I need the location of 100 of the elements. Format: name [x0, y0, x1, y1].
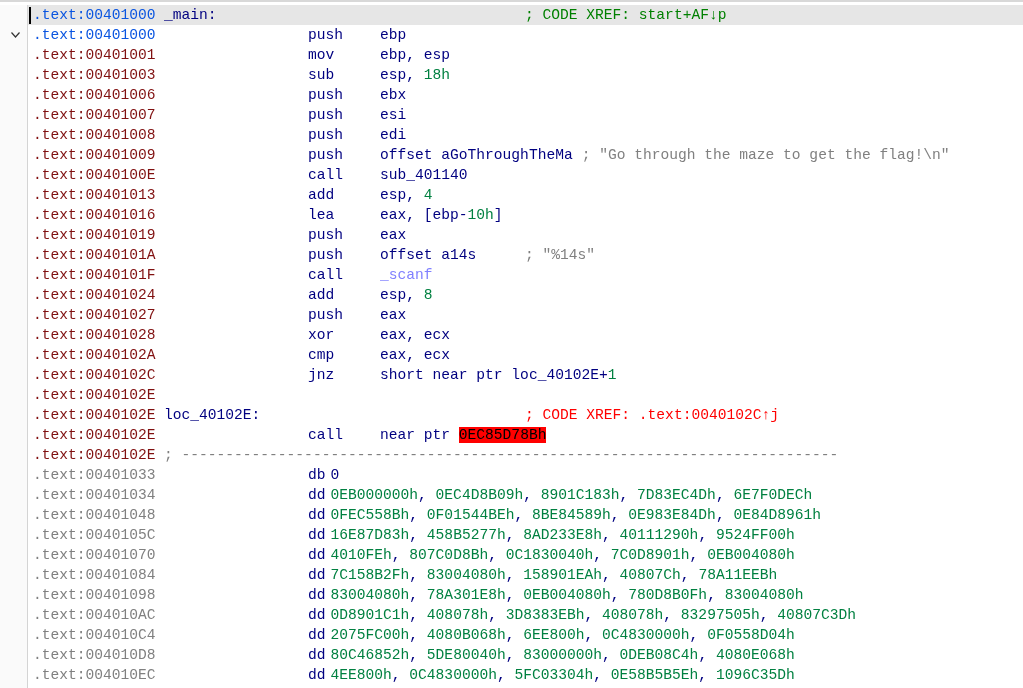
- operand-text: eax, ecx: [380, 346, 452, 365]
- mnemonic-text: push: [308, 126, 345, 145]
- address-text: .text:00401006: [33, 86, 157, 105]
- comment-text: ; CODE XREF: .text:0040102C↑j: [525, 406, 779, 425]
- directive-text: dd: [308, 486, 326, 505]
- address-text: .text:00401048: [33, 506, 157, 525]
- comment-text: ; "Go through the maze to get the flag!\n": [581, 146, 950, 165]
- address-text: .text:0040102E: [33, 426, 157, 445]
- collapse-chevron-icon[interactable]: [11, 32, 20, 38]
- operand-text: esp, 8: [380, 286, 434, 305]
- operand-text: esp, 18h: [380, 66, 452, 85]
- mnemonic-text: push: [308, 306, 345, 325]
- address-text: .text:00401027: [33, 306, 157, 325]
- address-text: .text:0040102E: [33, 406, 157, 425]
- mnemonic-text: push: [308, 106, 345, 125]
- mnemonic-text: push: [308, 26, 345, 45]
- mnemonic-text: call: [308, 166, 345, 185]
- mnemonic-text: sub: [308, 66, 336, 85]
- address-text: .text:00401000: [33, 26, 157, 45]
- operand-text: edi: [380, 126, 408, 145]
- directive-text: dd: [308, 586, 326, 605]
- mnemonic-text: push: [308, 246, 345, 265]
- mnemonic-text: call: [308, 266, 345, 285]
- mnemonic-text: xor: [308, 326, 336, 345]
- address-text: .text:00401034: [33, 486, 157, 505]
- address-text: .text:00401033: [33, 466, 157, 485]
- mnemonic-text: add: [308, 286, 336, 305]
- address-text: .text:0040102E: [33, 386, 157, 405]
- directive-text: dd: [308, 546, 326, 565]
- address-text: .text:004010EC: [33, 666, 157, 685]
- address-text: .text:00401024: [33, 286, 157, 305]
- directive-text: dd: [308, 626, 326, 645]
- data-values-text: 0D8901C1h, 408078h, 3D8383EBh, 408078h, 83297505h, 40807C3Dh: [330, 606, 857, 625]
- mnemonic-text: lea: [308, 206, 336, 225]
- address-text: .text:00401098: [33, 586, 157, 605]
- address-text: .text:0040101F: [33, 266, 157, 285]
- address-text: .text:004010AC: [33, 606, 157, 625]
- directive-text: dd: [308, 606, 326, 625]
- data-values-text: 16E87D83h, 458B5277h, 8AD233E8h, 40111290h, 9524FF00h: [330, 526, 795, 545]
- directive-text: dd: [308, 666, 326, 685]
- address-text: .text:0040100E: [33, 166, 157, 185]
- address-text: .text:0040105C: [33, 526, 157, 545]
- data-values-text: 4EE800h, 0C4830000h, 5FC03304h, 0E58B5B5Eh, 1096C35Dh: [330, 666, 795, 685]
- data-values-text: 7C158B2Fh, 83004080h, 158901EAh, 40807Ch, 78A11EEBh: [330, 566, 778, 585]
- mnemonic-text: push: [308, 146, 345, 165]
- mnemonic-text: push: [308, 226, 345, 245]
- address-text: .text:00401000: [33, 6, 157, 25]
- directive-text: dd: [308, 526, 326, 545]
- address-text: .text:004010D8: [33, 646, 157, 665]
- data-values-text: 0: [330, 466, 340, 485]
- operand-text: ebp: [380, 26, 408, 45]
- address-text: .text:00401003: [33, 66, 157, 85]
- operand-text: eax: [380, 226, 408, 245]
- operand-text: sub_401140: [380, 166, 469, 185]
- address-text: .text:00401001: [33, 46, 157, 65]
- operand-text: short near ptr loc_40102E+1: [380, 366, 617, 385]
- mnemonic-text: jnz: [308, 366, 336, 385]
- comment-text: ; "%14s": [525, 246, 596, 265]
- mnemonic-text: mov: [308, 46, 336, 65]
- data-values-text: 83004080h, 78A301E8h, 0EB004080h, 780D8B0Fh, 83004080h: [330, 586, 804, 605]
- mnemonic-text: add: [308, 186, 336, 205]
- directive-text: dd: [308, 506, 326, 525]
- separator-comment: ; ---------------------------------------------------------------------------: [164, 446, 839, 465]
- address-text: .text:00401016: [33, 206, 157, 225]
- address-text: .text:00401084: [33, 566, 157, 585]
- data-values-text: 0EB000000h, 0EC4D8B09h, 8901C183h, 7D83EC4Dh, 6E7F0DECh: [330, 486, 813, 505]
- address-text: .text:00401028: [33, 326, 157, 345]
- data-values-text: 0FEC558Bh, 0F01544BEh, 8BE84589h, 0E983E84Dh, 0E84D8961h: [330, 506, 821, 525]
- address-text: .text:00401070: [33, 546, 157, 565]
- address-text: .text:0040102C: [33, 366, 157, 385]
- address-text: .text:0040102E: [33, 446, 157, 465]
- directive-text: dd: [308, 646, 326, 665]
- address-text: .text:00401019: [33, 226, 157, 245]
- mnemonic-text: call: [308, 426, 345, 445]
- text-cursor: [29, 6, 31, 24]
- operand-text: eax: [380, 306, 408, 325]
- directive-text: db: [308, 466, 326, 485]
- mnemonic-text: push: [308, 86, 345, 105]
- data-values-text: 2075FC00h, 4080B068h, 6EE800h, 0C4830000h, 0F0558D04h: [330, 626, 795, 645]
- operand-text: eax, [ebp-10h]: [380, 206, 504, 225]
- operand-text: offset a14s: [380, 246, 478, 265]
- operand-text: eax, ecx: [380, 326, 452, 345]
- operand-text: ebx: [380, 86, 408, 105]
- operand-text: esi: [380, 106, 408, 125]
- address-text: .text:004010C4: [33, 626, 157, 645]
- comment-text: ; CODE XREF: start+AF↓p: [525, 6, 727, 25]
- label-text: loc_40102E:: [164, 406, 262, 425]
- directive-text: dd: [308, 566, 326, 585]
- address-text: .text:00401013: [33, 186, 157, 205]
- address-text: .text:0040102A: [33, 346, 157, 365]
- operand-text: offset aGoThroughTheMa: [380, 146, 573, 165]
- address-text: .text:0040101A: [33, 246, 157, 265]
- data-values-text: 80C46852h, 5DE80040h, 83000000h, 0DEB08C4h, 4080E068h: [330, 646, 795, 665]
- operand-text: _scanf: [380, 266, 434, 285]
- address-text: .text:00401007: [33, 106, 157, 125]
- operand-text: near ptr 0EC85D78Bh: [380, 426, 547, 445]
- data-values-text: 4010FEh, 807C0D8Bh, 0C1830040h, 7C0D8901h, 0EB004080h: [330, 546, 795, 565]
- mnemonic-text: cmp: [308, 346, 336, 365]
- address-text: .text:00401008: [33, 126, 157, 145]
- address-text: .text:00401009: [33, 146, 157, 165]
